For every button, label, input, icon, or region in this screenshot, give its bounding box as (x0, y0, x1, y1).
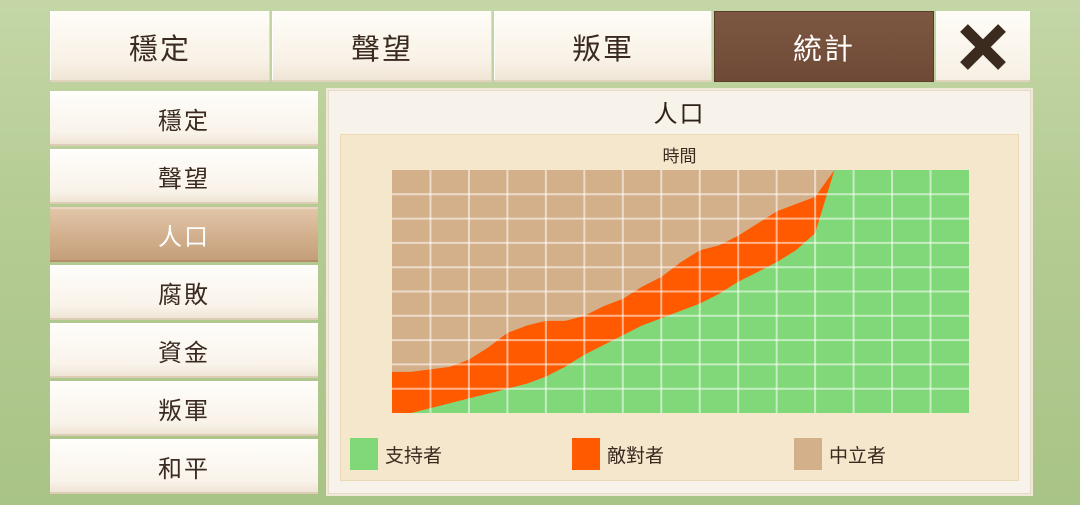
tab-label: 聲望 (350, 31, 413, 66)
population-chart: 時間 支持者 敵對者 中立者 (340, 134, 1019, 481)
sidebar-item-label: 穩定 (158, 107, 210, 135)
sidebar-item-label: 叛軍 (158, 397, 210, 425)
legend-label: 敵對者 (607, 444, 665, 467)
tab-label: 穩定 (128, 31, 191, 66)
tab-reputation[interactable]: 聲望 (272, 11, 492, 82)
sidebar-item-reputation[interactable]: 聲望 (50, 149, 318, 204)
legend-item-supporters: 支持者 (350, 438, 442, 470)
sidebar-item-label: 聲望 (158, 165, 210, 193)
sidebar-item-label: 和平 (158, 455, 210, 483)
tab-stability[interactable]: 穩定 (50, 11, 270, 82)
tab-label: 叛軍 (571, 31, 634, 66)
sidebar-item-stability[interactable]: 穩定 (50, 91, 318, 146)
panel-title: 人口 (653, 99, 706, 128)
tab-statistics[interactable]: 統計 (714, 11, 934, 82)
legend-label: 支持者 (385, 444, 443, 467)
legend-swatch (794, 438, 822, 470)
sidebar-item-peace[interactable]: 和平 (50, 439, 318, 494)
legend-swatch (350, 438, 378, 470)
sidebar-item-funds[interactable]: 資金 (50, 323, 318, 378)
stats-sidebar: 穩定 聲望 人口 腐敗 資金 叛軍 和平 (50, 91, 318, 497)
sidebar-item-rebels[interactable]: 叛軍 (50, 381, 318, 436)
close-x-icon (960, 23, 1006, 70)
stats-panel: 人口 時間 支持者 敵對者 中立者 (329, 91, 1030, 493)
game-stats-screen: 穩定 聲望 叛軍 統計 穩定 聲望 人口 腐敗 資金 叛軍 和平 人口 時間 支… (0, 0, 1080, 505)
sidebar-item-population[interactable]: 人口 (50, 207, 318, 262)
sidebar-item-corruption[interactable]: 腐敗 (50, 265, 318, 320)
sidebar-item-label: 人口 (158, 223, 210, 251)
tab-rebels[interactable]: 叛軍 (494, 11, 712, 82)
close-button[interactable] (936, 11, 1030, 82)
legend-swatch (572, 438, 600, 470)
legend-item-neutrals: 中立者 (794, 438, 886, 470)
top-tab-bar: 穩定 聲望 叛軍 統計 (50, 11, 1030, 82)
legend-item-hostiles: 敵對者 (572, 438, 664, 470)
chart-plot (392, 170, 969, 413)
sidebar-item-label: 資金 (158, 339, 210, 367)
legend-label: 中立者 (829, 444, 887, 467)
tab-label: 統計 (792, 31, 855, 66)
sidebar-item-label: 腐敗 (158, 281, 210, 309)
